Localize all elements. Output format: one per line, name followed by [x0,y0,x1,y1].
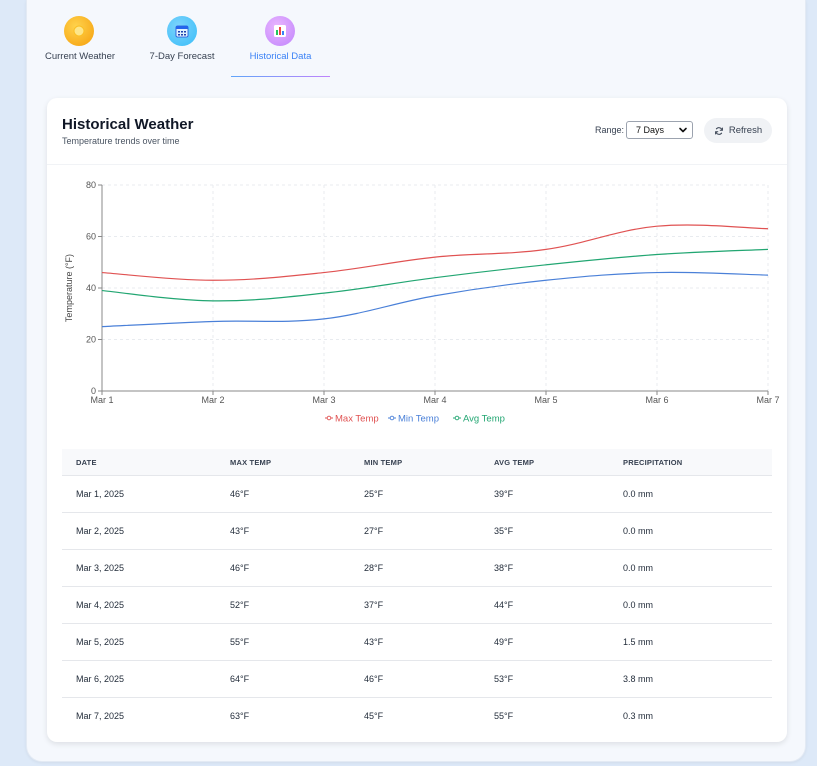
header-date: DATE [76,458,97,467]
page-subtitle: Temperature trends over time [62,136,180,146]
table-cell: Mar 1, 2025 [76,489,125,499]
tab-bar: Current Weather 7-Day Forecast Historica… [27,0,805,78]
table-cell: 43°F [230,526,250,536]
table-row: Mar 2, 2025 43°F 27°F 35°F 0.0 mm [62,513,772,550]
historical-weather-card: Historical Weather Temperature trends ov… [47,98,787,742]
table-cell: 0.0 mm [623,489,654,499]
table-cell: 64°F [230,674,250,684]
table-header: DATE MAX TEMP MIN TEMP AVG TEMP PRECIPIT… [62,449,772,476]
table-row: Mar 6, 2025 64°F 46°F 53°F 3.8 mm [62,661,772,698]
table-cell: 44°F [494,600,514,610]
table-cell: 43°F [364,637,384,647]
range-label: Range: [595,125,625,135]
table-cell: Mar 6, 2025 [76,674,125,684]
chevron-down-icon [679,127,687,133]
header-min-temp: MIN TEMP [364,458,403,467]
table-cell: 1.5 mm [623,637,654,647]
header-avg-temp: AVG TEMP [494,458,535,467]
table-cell: 49°F [494,637,514,647]
table-cell: 0.3 mm [623,711,654,721]
table-cell: 37°F [364,600,384,610]
table-cell: Mar 7, 2025 [76,711,125,721]
y-tick-label: 40 [86,283,96,293]
range-value: 7 Days [636,125,665,135]
tab-label: 7-Day Forecast [149,51,215,62]
table-row: Mar 7, 2025 63°F 45°F 55°F 0.3 mm [62,698,772,734]
page-title: Historical Weather [62,116,194,133]
table-cell: 39°F [494,489,514,499]
legend-marker [454,415,460,421]
legend-marker [389,415,395,421]
legend-item: Avg Temp [453,414,505,425]
bar-chart-icon [265,16,295,46]
temperature-chart: 0 20 40 60 80 Mar 1 Mar 2 Mar 3 Mar 4 Mar 5 Mar 6M… [47,164,787,449]
refresh-label: Refresh [728,125,763,136]
table-cell: 55°F [230,637,250,647]
table-cell: Mar 3, 2025 [76,563,125,573]
legend-item: Max Temp [325,414,379,425]
x-tick-label: Mar 4 [423,395,446,405]
line-chart: 020406080Mar 1 Mar 2 Mar 3 Mar 4 Mar 5 Mar 6M… [64,180,780,425]
sun-icon [64,16,94,46]
y-tick-label: 80 [86,180,96,190]
legend-label: Avg Temp [463,414,505,425]
header-max-temp: MAX TEMP [230,458,272,467]
table-cell: 3.8 mm [623,674,654,684]
refresh-button[interactable]: Refresh [704,118,772,143]
x-tick-label: Mar 5 [534,395,557,405]
table-cell: 25°F [364,489,384,499]
x-tick-label: Mar 3 [312,395,335,405]
table-cell: 45°F [364,711,384,721]
table-cell: 28°F [364,563,384,573]
table-cell: 0.0 mm [623,600,654,610]
x-tick-label: Mar 7 [756,395,779,405]
table-cell: Mar 5, 2025 [76,637,125,647]
table-cell: 0.0 mm [623,563,654,573]
table-cell: Mar 4, 2025 [76,600,125,610]
table-cell: 27°F [364,526,384,536]
legend-item: Min Temp [388,414,439,425]
table-cell: 46°F [230,563,250,573]
header-precipitation: PRECIPITATION [623,458,683,467]
legend-label: Min Temp [398,414,439,425]
x-tick-label: Mar 2 [201,395,224,405]
table-cell: 55°F [494,711,514,721]
legend-label: Max Temp [335,414,379,425]
table-cell: 46°F [364,674,384,684]
table-row: Mar 1, 2025 46°F 25°F 39°F 0.0 mm [62,476,772,513]
range-select[interactable]: 7 Days [626,121,693,139]
y-tick-label: 60 [86,232,96,242]
table-cell: 38°F [494,563,514,573]
table-cell: 46°F [230,489,250,499]
tab-historical-data[interactable]: Historical Data [231,0,330,78]
table-cell: 63°F [230,711,250,721]
chart-legend: Max Temp Min Temp Avg Temp [325,414,505,425]
y-tick-label: 20 [86,335,96,345]
y-axis-label: Temperature (°F) [64,254,74,322]
table-cell: 0.0 mm [623,526,654,536]
x-tick-label: Mar 1 [90,395,113,405]
calendar-icon [167,16,197,46]
tab-label: Current Weather [44,51,116,62]
legend-marker [326,415,332,421]
tab-current-weather[interactable]: Current Weather [41,0,119,78]
table-row: Mar 3, 2025 46°F 28°F 38°F 0.0 mm [62,550,772,587]
tab-7-day-forecast[interactable]: 7-Day Forecast [143,0,221,78]
table-body: Mar 1, 2025 46°F 25°F 39°F 0.0 mm Mar 2, 2025… [62,476,772,734]
table-cell: 35°F [494,526,514,536]
x-tick-label: Mar 6 [645,395,668,405]
table-cell: Mar 2, 2025 [76,526,125,536]
weather-app: Current Weather 7-Day Forecast Historica… [26,0,806,762]
table-cell: 52°F [230,600,250,610]
table-row: Mar 4, 2025 52°F 37°F 44°F 0.0 mm [62,587,772,624]
card-header: Historical Weather Temperature trends ov… [47,98,787,165]
refresh-icon [714,126,723,135]
table-cell: 53°F [494,674,514,684]
table-row: Mar 5, 2025 55°F 43°F 49°F 1.5 mm [62,624,772,661]
history-table: DATE MAX TEMP MIN TEMP AVG TEMP PRECIPIT… [62,449,772,734]
tab-label: Historical Data [249,51,312,62]
